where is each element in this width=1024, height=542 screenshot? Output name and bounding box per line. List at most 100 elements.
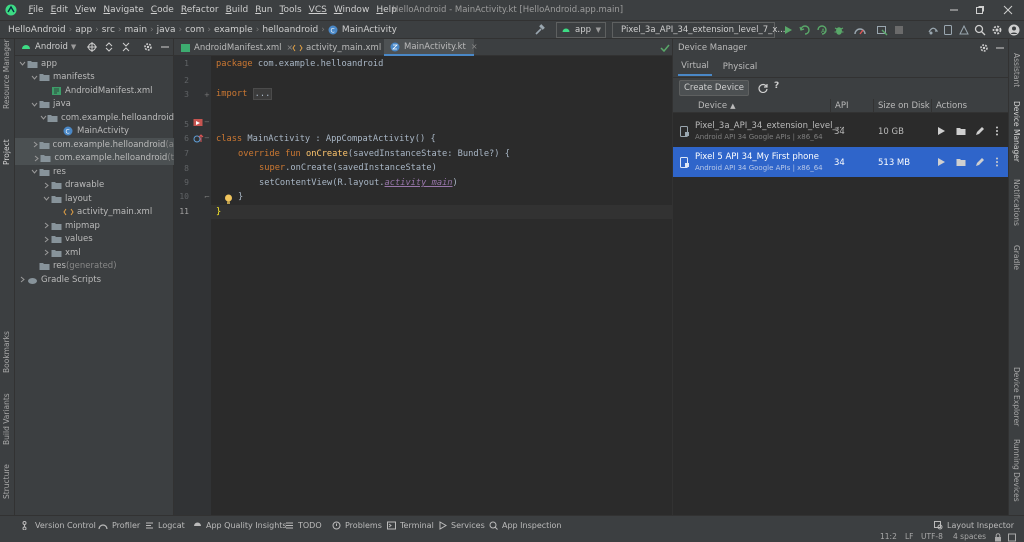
gear-icon[interactable]: [979, 43, 989, 53]
settings-icon[interactable]: [989, 22, 1005, 38]
breadcrumb-item[interactable]: main: [125, 21, 148, 39]
refresh-icon[interactable]: [758, 83, 768, 93]
column-header-size[interactable]: Size on Disk: [874, 99, 932, 113]
bookmarks-tab[interactable]: Bookmarks: [2, 331, 11, 373]
launch-icon[interactable]: [936, 157, 946, 167]
tree-item[interactable]: activity_main.xml: [15, 206, 174, 220]
override-gutter-icon[interactable]: [193, 134, 204, 145]
fold-icon[interactable]: −: [204, 118, 210, 126]
tree-item[interactable]: java: [15, 98, 174, 112]
tool-app-inspection[interactable]: App Inspection: [489, 516, 562, 534]
collapse-all-icon[interactable]: [121, 42, 131, 52]
device-row[interactable]: Pixel_3a_API_34_extension_level_... Andro…: [673, 116, 1009, 146]
chevron-right-icon[interactable]: [18, 276, 27, 283]
run-gutter-icon[interactable]: [193, 118, 204, 129]
maximize-button[interactable]: [966, 0, 994, 20]
menu-item[interactable]: Navigate: [100, 0, 147, 20]
tree-item[interactable]: com.example.helloandroid (a: [15, 138, 174, 152]
locate-icon[interactable]: [87, 42, 97, 52]
hide-panel-icon[interactable]: [160, 42, 170, 52]
tool-problems[interactable]: Problems: [332, 516, 382, 534]
menu-item[interactable]: Tools: [276, 0, 305, 20]
stop-icon[interactable]: [891, 22, 907, 38]
minimize-button[interactable]: [940, 0, 968, 20]
gradle-tab[interactable]: Gradle: [1012, 245, 1021, 281]
project-tab[interactable]: Project: [2, 129, 11, 165]
tree-item[interactable]: res (generated): [15, 260, 174, 274]
fold-icon[interactable]: −: [204, 134, 210, 142]
device-manager-tab[interactable]: Device Manager: [1012, 101, 1021, 165]
chevron-down-icon[interactable]: [42, 195, 51, 202]
memory-indicator-icon[interactable]: [1008, 533, 1016, 542]
menu-item[interactable]: Refactor: [177, 0, 222, 20]
file-encoding[interactable]: UTF-8: [921, 532, 943, 541]
profile-icon[interactable]: [850, 22, 870, 38]
chevron-down-icon[interactable]: [30, 101, 39, 108]
tree-item[interactable]: manifests: [15, 71, 174, 85]
running-devices-tab[interactable]: Running Devices: [1012, 439, 1021, 509]
chevron-right-icon[interactable]: [32, 141, 39, 148]
folder-icon[interactable]: [956, 157, 966, 167]
expand-all-icon[interactable]: [104, 42, 114, 52]
menu-item[interactable]: Edit: [47, 0, 71, 20]
cursor-position[interactable]: 11:2: [880, 532, 897, 541]
breadcrumb-item[interactable]: C MainActivity: [328, 21, 397, 39]
menu-item[interactable]: File: [25, 0, 47, 20]
device-row[interactable]: Pixel 5 API 34_My First phone Android API…: [673, 147, 1009, 177]
tab-android-manifest[interactable]: AndroidManifest.xml ×: [174, 39, 293, 56]
notifications-tab[interactable]: Notifications: [1012, 179, 1021, 235]
tree-item[interactable]: com.example.helloandroid: [15, 111, 174, 125]
chevron-right-icon[interactable]: [42, 182, 51, 189]
menu-item[interactable]: Code: [147, 0, 177, 20]
chevron-right-icon[interactable]: [42, 236, 51, 243]
sdk-manager-icon[interactable]: [956, 22, 972, 38]
resource-manager-tab[interactable]: Resource Manager: [2, 39, 11, 109]
indent-setting[interactable]: 4 spaces: [953, 532, 986, 541]
column-header-actions[interactable]: Actions: [932, 99, 1009, 113]
build-variants-tab[interactable]: Build Variants: [2, 393, 11, 445]
more-options-icon[interactable]: [995, 126, 1005, 136]
breadcrumb-item[interactable]: app: [75, 21, 92, 39]
tree-item[interactable]: layout: [15, 192, 174, 206]
tool-version-control[interactable]: Version Control: [22, 516, 96, 534]
menu-item[interactable]: Window: [330, 0, 373, 20]
hammer-icon[interactable]: [530, 22, 550, 38]
help-icon[interactable]: ?: [774, 81, 779, 91]
tree-item[interactable]: app: [15, 57, 174, 71]
column-header-api[interactable]: API: [831, 99, 874, 113]
breadcrumb-item[interactable]: java: [157, 21, 176, 39]
column-header-device[interactable]: Device ▲: [673, 99, 831, 113]
fold-icon[interactable]: ⌐: [204, 193, 210, 201]
tab-physical[interactable]: Physical: [720, 57, 760, 76]
chevron-down-icon[interactable]: [30, 74, 39, 81]
search-icon[interactable]: [972, 22, 988, 38]
folded-imports[interactable]: ...: [252, 88, 273, 100]
folder-icon[interactable]: [956, 126, 966, 136]
gear-icon[interactable]: [143, 42, 153, 52]
tool-terminal[interactable]: Terminal: [387, 516, 434, 534]
chevron-right-icon[interactable]: [33, 155, 40, 162]
run-icon[interactable]: [780, 22, 796, 38]
close-icon[interactable]: ×: [471, 42, 478, 51]
apply-code-changes-icon[interactable]: A: [814, 22, 830, 38]
menu-item[interactable]: VCS: [305, 0, 330, 20]
structure-tab[interactable]: Structure: [2, 463, 11, 499]
device-select[interactable]: Pixel_3a_API_34_extension_level_7_x...: [612, 22, 785, 38]
menu-item[interactable]: Run: [252, 0, 276, 20]
chevron-right-icon[interactable]: [42, 249, 51, 256]
edit-icon[interactable]: [975, 126, 985, 136]
chevron-right-icon[interactable]: [42, 222, 51, 229]
lightbulb-icon[interactable]: [224, 194, 233, 205]
tab-virtual[interactable]: Virtual: [678, 57, 712, 76]
tree-item[interactable]: xml: [15, 246, 174, 260]
account-icon[interactable]: [1006, 22, 1022, 38]
sync-gradle-icon[interactable]: [925, 22, 941, 38]
edit-icon[interactable]: [975, 157, 985, 167]
device-explorer-tab[interactable]: Device Explorer: [1012, 367, 1021, 427]
tree-item[interactable]: Gradle Scripts: [15, 273, 174, 287]
more-options-icon[interactable]: [995, 157, 1005, 167]
apply-changes-icon[interactable]: [797, 22, 813, 38]
breadcrumb-item[interactable]: example: [214, 21, 253, 39]
close-window-button[interactable]: [994, 0, 1022, 20]
breadcrumb-item[interactable]: HelloAndroid: [8, 21, 66, 39]
